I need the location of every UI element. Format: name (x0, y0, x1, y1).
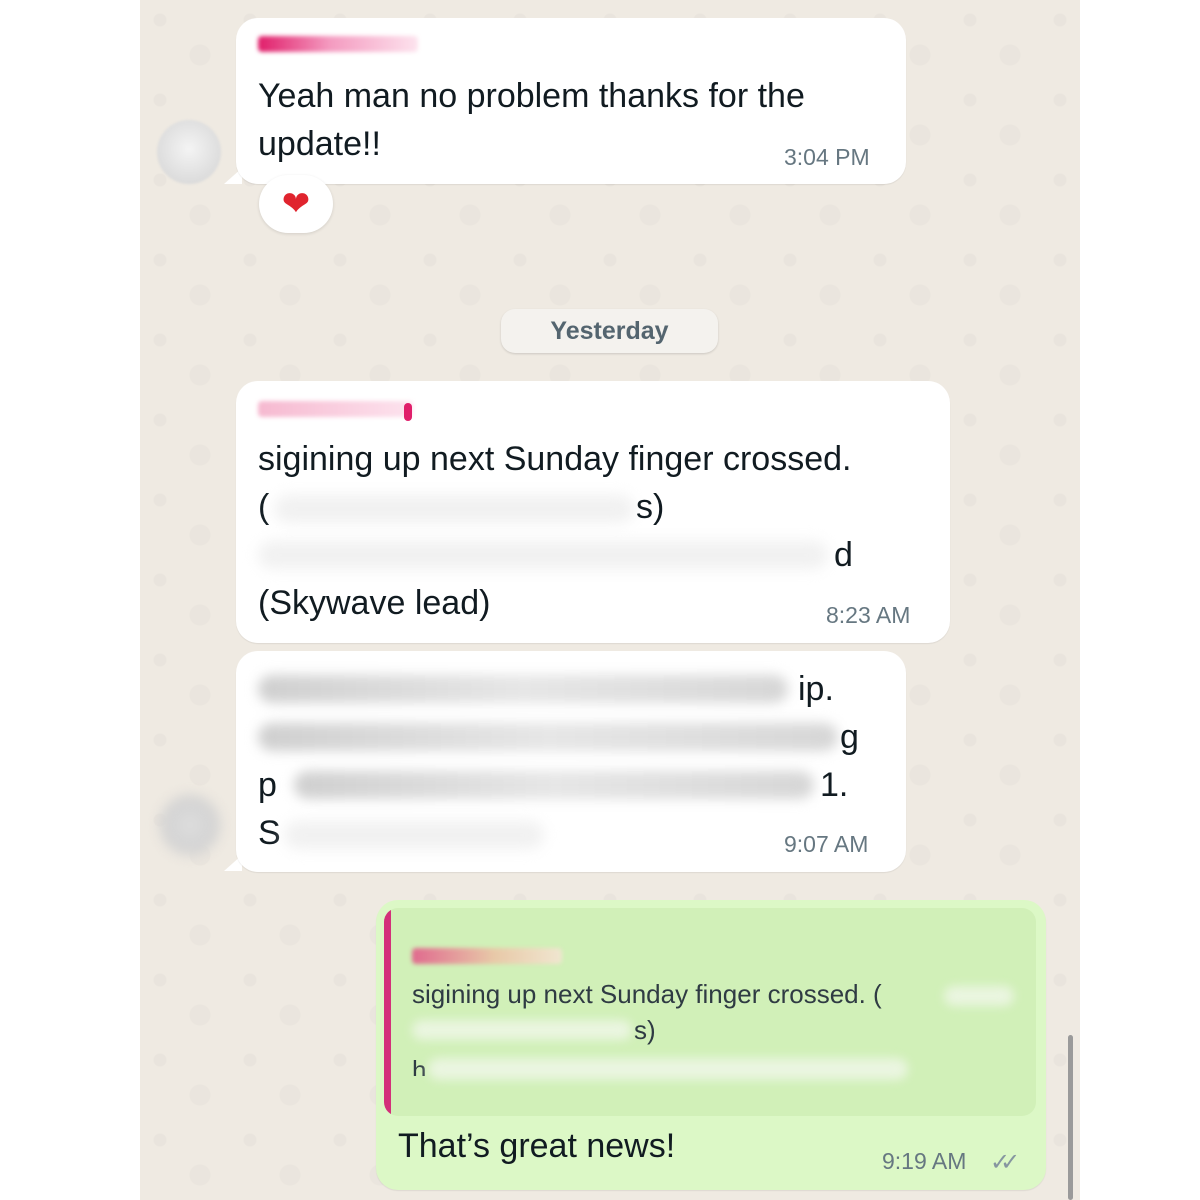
redacted-text (412, 1020, 632, 1040)
reaction-emoji: ❤ (281, 185, 311, 223)
redacted-text (258, 541, 828, 569)
redacted-text (274, 495, 634, 523)
redacted-text (294, 771, 814, 799)
message-time: 8:23 AM (826, 602, 911, 628)
message-text-line: p (258, 766, 277, 804)
redacted-text (284, 821, 544, 849)
redacted-text (258, 723, 838, 751)
message-text-line: S (258, 814, 281, 852)
sender-name-fragment (404, 403, 412, 421)
double-check-icon: ✓✓ (990, 1149, 1020, 1176)
quoted-text-line: sigining up next Sunday finger crossed. … (412, 979, 882, 1009)
message-time: 9:07 AM (784, 831, 869, 857)
message-bubble-outgoing[interactable]: sigining up next Sunday finger crossed. … (376, 900, 1046, 1190)
message-text-line: ( (258, 488, 270, 526)
heart-reaction-icon[interactable]: ❤ (259, 175, 333, 233)
message-text-line: update!! (258, 125, 381, 163)
message-text-line: (Skywave lead) (258, 584, 491, 622)
message-time: 9:19 AM (882, 1148, 967, 1174)
message-text-line: d (834, 536, 853, 574)
scrollbar[interactable] (1068, 1035, 1073, 1200)
quoted-message[interactable]: sigining up next Sunday finger crossed. … (384, 908, 1036, 1116)
message-bubble-incoming[interactable]: Yeah man no problem thanks for the updat… (236, 18, 906, 184)
date-separator-label: Yesterday (550, 316, 669, 345)
sender-name-redacted (258, 36, 418, 52)
redacted-text (258, 675, 788, 703)
quoted-sender-redacted (412, 948, 562, 964)
contact-avatar[interactable] (157, 120, 221, 184)
message-text-line: 1. (820, 766, 849, 804)
message-text-line: Yeah man no problem thanks for the (258, 77, 805, 115)
message-text-line: s) (636, 488, 665, 526)
chat-area[interactable]: Yeah man no problem thanks for the updat… (140, 0, 1080, 1200)
message-bubble-incoming[interactable]: sigining up next Sunday finger crossed. … (236, 381, 950, 643)
redacted-text (428, 1058, 908, 1080)
message-time: 3:04 PM (784, 144, 870, 170)
message-text-line: sigining up next Sunday finger crossed. (258, 440, 852, 478)
sender-name-redacted (258, 401, 413, 417)
quote-accent-bar (384, 908, 391, 1116)
contact-avatar[interactable] (160, 795, 220, 855)
message-bubble-incoming[interactable]: ip. g p 1. S 9:07 AM (236, 651, 906, 872)
message-text-line: g (840, 718, 859, 756)
quoted-text-line: h (412, 1055, 427, 1076)
redacted-text (944, 986, 1014, 1006)
date-separator: Yesterday (501, 309, 718, 353)
quoted-text-line: s) (634, 1015, 656, 1045)
message-text: That’s great news! (398, 1127, 676, 1165)
message-text-line: ip. (798, 670, 834, 708)
